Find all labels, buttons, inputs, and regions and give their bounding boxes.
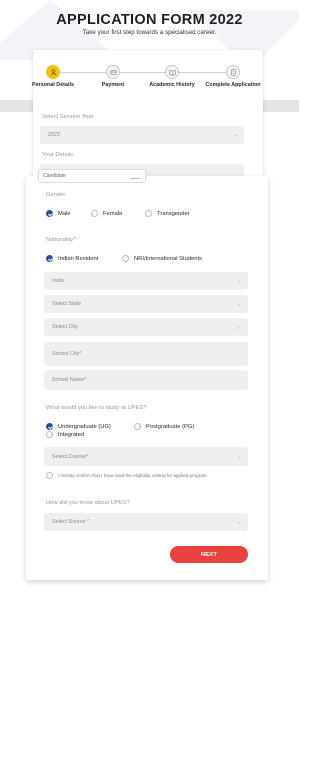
step-label: Academic History xyxy=(149,82,195,88)
option-label: Undergraduate (UG) xyxy=(58,423,111,430)
step-label: Payment xyxy=(101,82,125,88)
session-year-value: 2022 xyxy=(48,132,60,138)
city-select[interactable]: Select City ⌄ xyxy=(44,318,248,336)
source-label: How did you know about UPES? xyxy=(46,500,130,506)
radio-checked xyxy=(46,423,53,430)
state-select[interactable]: Select State ⌄ xyxy=(44,295,248,313)
candidate-name-input[interactable]: Candidate xyxy=(38,169,146,183)
card-icon xyxy=(106,65,120,79)
country-select[interactable]: India ⌄ xyxy=(44,272,248,290)
chevron-down-icon: ⌄ xyxy=(236,301,242,308)
page-footer-space xyxy=(0,590,299,768)
gender-option-transgender[interactable]: Transgender xyxy=(145,210,190,217)
study-option-integrated[interactable]: Integrated xyxy=(46,431,84,438)
source-select[interactable]: Select Source * ⌄ xyxy=(44,513,248,531)
school-city-placeholder: School City* xyxy=(52,351,82,357)
user-icon xyxy=(46,65,60,79)
consent-text: I hereby confirm that I have read the el… xyxy=(58,473,207,478)
option-label: Indian Resident xyxy=(58,255,99,262)
chevron-down-icon: ⌄ xyxy=(236,324,242,331)
session-year-select[interactable]: 2022 ⌄ xyxy=(40,126,244,144)
course-placeholder: Select Course* xyxy=(52,453,88,460)
page-subtitle: Take your first step towards a specialis… xyxy=(82,29,217,36)
source-placeholder: Select Source * xyxy=(52,519,90,525)
eligibility-consent[interactable]: I hereby confirm that I have read the el… xyxy=(46,472,207,479)
nationality-label: Nationality? xyxy=(46,237,77,243)
chevron-down-icon: ⌄ xyxy=(236,454,242,460)
document-icon xyxy=(226,65,240,79)
step-payment[interactable]: Payment xyxy=(85,65,141,88)
study-label: What would you like to study at UPES? xyxy=(46,405,147,411)
gender-option-female[interactable]: Female xyxy=(91,210,122,217)
radio-checked xyxy=(46,210,53,217)
study-option-pg[interactable]: Postgraduate (PG) xyxy=(134,423,194,430)
state-placeholder: Select State xyxy=(52,301,82,307)
option-label: Female xyxy=(103,210,123,217)
next-button[interactable]: NEXT xyxy=(170,546,248,563)
option-label: Postgraduate (PG) xyxy=(146,423,195,430)
radio-unchecked xyxy=(91,210,98,217)
school-name-placeholder: School Name* xyxy=(52,377,87,383)
school-city-input[interactable]: School City* xyxy=(44,342,248,366)
option-label: Male xyxy=(58,210,71,217)
consent-checkbox[interactable] xyxy=(46,472,53,479)
option-label: Integrated xyxy=(58,431,85,438)
candidate-name-value: Candidate xyxy=(43,173,66,179)
keyboard-icon xyxy=(130,174,140,179)
radio-unchecked xyxy=(46,431,53,438)
chevron-down-icon: ⌄ xyxy=(236,519,242,526)
step-personal-details[interactable]: Personal Details xyxy=(25,65,81,88)
your-details-label: Your Details xyxy=(42,152,74,158)
step-label: Personal Details xyxy=(32,82,74,88)
chevron-down-icon: ⌄ xyxy=(232,132,238,139)
school-name-input[interactable]: School Name* xyxy=(44,370,248,390)
course-select[interactable]: Select Course* ⌄ xyxy=(44,447,248,466)
gender-option-male[interactable]: Male xyxy=(46,210,71,217)
city-placeholder: Select City xyxy=(52,324,78,330)
study-option-ug[interactable]: Undergraduate (UG) xyxy=(46,423,111,430)
radio-unchecked xyxy=(122,255,129,262)
radio-checked xyxy=(46,255,53,262)
step-label: Complete Application xyxy=(205,82,261,88)
chevron-down-icon: ⌄ xyxy=(236,278,242,285)
nationality-option-indian[interactable]: Indian Resident xyxy=(46,255,98,262)
session-label: Select Session Year xyxy=(42,114,94,120)
radio-unchecked xyxy=(134,423,141,430)
book-icon xyxy=(165,65,179,79)
step-academic-history[interactable]: Academic History xyxy=(144,65,200,88)
page-title: APPLICATION FORM 2022 xyxy=(56,12,243,28)
gender-label: Gender xyxy=(46,192,66,198)
option-label: Transgender xyxy=(157,210,190,217)
option-label: NRI/International Students xyxy=(134,255,202,262)
radio-unchecked xyxy=(145,210,152,217)
nationality-option-nri[interactable]: NRI/International Students xyxy=(122,255,202,262)
step-complete-application[interactable]: Complete Application xyxy=(205,65,261,88)
country-value: India xyxy=(52,278,64,284)
